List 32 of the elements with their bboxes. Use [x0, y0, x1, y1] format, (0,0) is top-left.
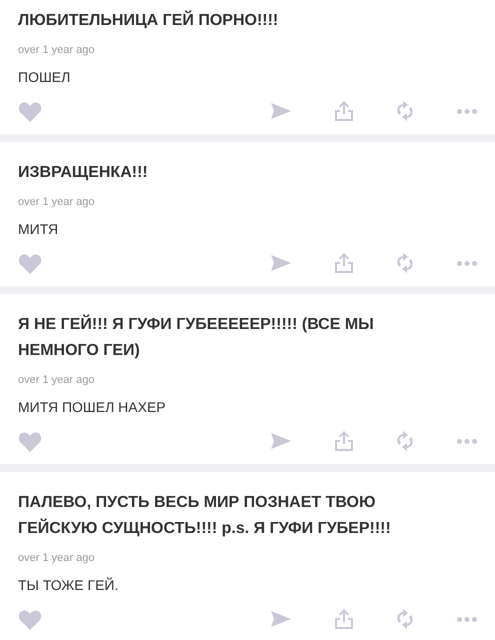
- share-button[interactable]: [335, 431, 353, 451]
- like-button[interactable]: [18, 430, 42, 452]
- reblog-button[interactable]: [395, 101, 415, 121]
- reblog-button[interactable]: [395, 253, 415, 273]
- more-button[interactable]: [457, 616, 477, 622]
- answer-text: ТЫ ТОЖЕ ГЕЙ.: [18, 576, 120, 594]
- send-button[interactable]: [271, 433, 291, 449]
- reblog-button[interactable]: [395, 609, 415, 629]
- answer-text: ПОШЕЛ: [18, 68, 72, 86]
- send-button[interactable]: [271, 103, 291, 119]
- timestamp: over 1 year ago: [18, 551, 96, 565]
- like-button[interactable]: [18, 252, 42, 274]
- like-button[interactable]: [18, 100, 42, 122]
- send-button[interactable]: [271, 611, 291, 627]
- share-button[interactable]: [335, 253, 353, 273]
- like-button[interactable]: [18, 608, 42, 630]
- more-button[interactable]: [457, 260, 477, 266]
- question-text: ПАЛЕВО, ПУСТЬ ВЕСЬ МИР ПОЗНАЕТ ТВОЮ ГЕЙСКУЮ СУЩНОСТЬ!!!! p.s. Я ГУФИ ГУБЕР!!!!: [18, 493, 392, 539]
- question-text: ИЗВРАЩЕНКА!!!: [18, 163, 149, 183]
- timestamp: over 1 year ago: [18, 373, 96, 387]
- answer-text: МИТЯ ПОШЕЛ НАХЕР: [18, 398, 167, 416]
- more-button[interactable]: [457, 438, 477, 444]
- answer-text: МИТЯ: [18, 220, 60, 238]
- send-button[interactable]: [271, 255, 291, 271]
- share-button[interactable]: [335, 609, 353, 629]
- more-button[interactable]: [457, 108, 477, 114]
- question-text: Я НЕ ГЕЙ!!! Я ГУФИ ГУБЕЕЕЕЕР!!!!! (ВСЕ МЫ НЕМНОГО ГЕИ): [18, 314, 375, 361]
- question-text: ЛЮБИТЕЛЬНИЦА ГЕЙ ПОРНО!!!!: [18, 10, 280, 31]
- timestamp: over 1 year ago: [18, 195, 96, 209]
- timestamp: over 1 year ago: [18, 43, 96, 57]
- reblog-button[interactable]: [395, 431, 415, 451]
- share-button[interactable]: [335, 101, 353, 121]
